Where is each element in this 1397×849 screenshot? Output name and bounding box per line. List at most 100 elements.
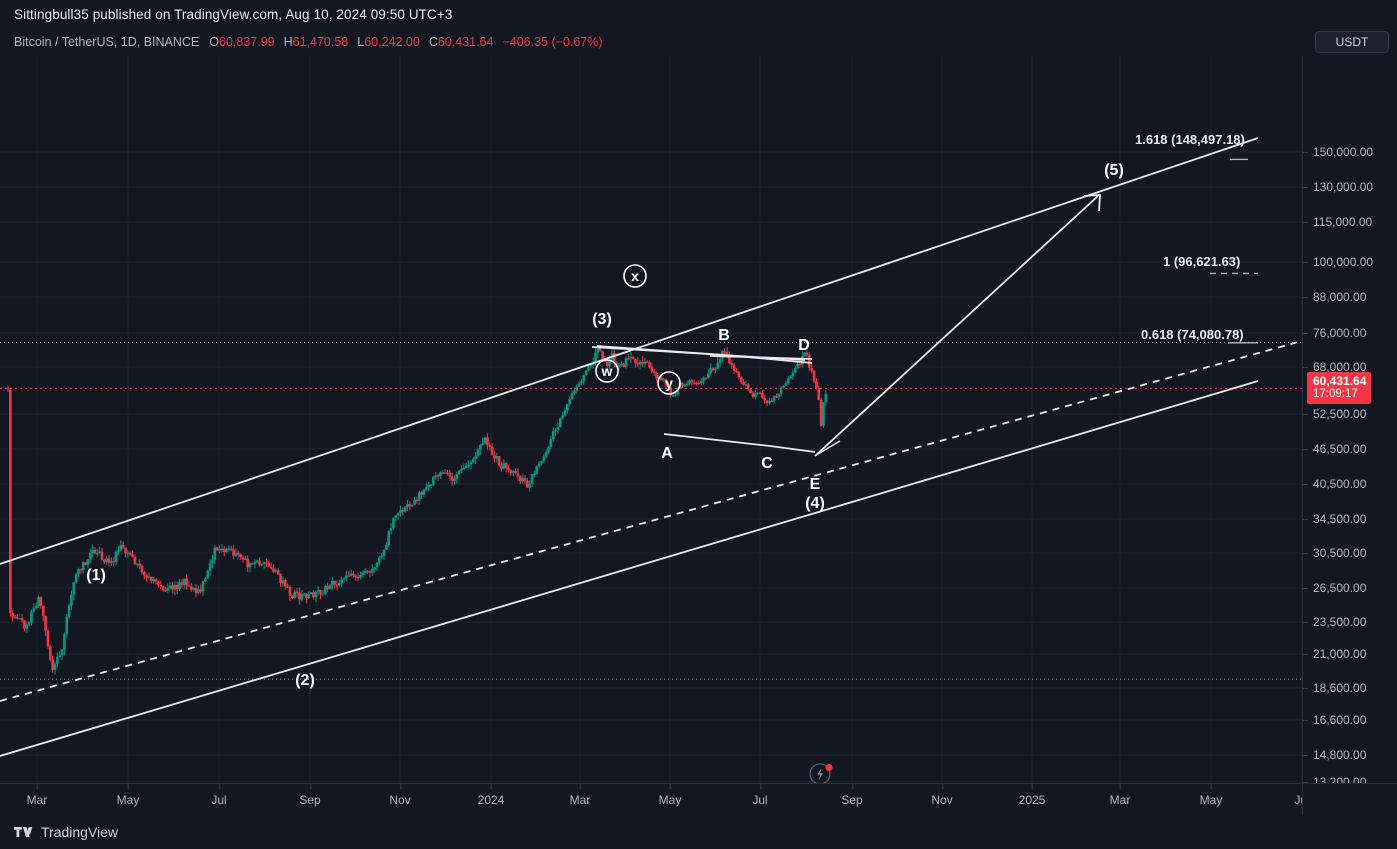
time-tick-mark — [400, 784, 401, 789]
time-tick-label: Jul — [752, 784, 768, 807]
candle-body — [791, 372, 795, 377]
candle-body — [93, 549, 97, 554]
ohlc-change: −406.35 (−0.67%) — [502, 35, 603, 49]
channel-midline — [0, 340, 1302, 702]
candle-body — [326, 586, 329, 589]
candle-body — [354, 575, 358, 577]
wave-label-3: (3) — [592, 311, 612, 328]
candle-body — [279, 574, 282, 584]
candle-body — [718, 358, 722, 363]
candle-body — [436, 475, 440, 477]
candle-body — [737, 371, 741, 378]
candle-body — [56, 656, 59, 664]
candle-body — [267, 562, 271, 567]
price-scale[interactable]: 150,000.00 130,000.00 115,000.00 100,000.00… — [1302, 56, 1397, 789]
candle-body — [86, 559, 90, 565]
candle-body — [241, 557, 245, 560]
candle-body — [450, 476, 454, 481]
candle-body — [685, 383, 689, 385]
candle-body — [119, 544, 123, 551]
tradingview-logo: TradingView — [14, 824, 118, 840]
price-tick-mark — [1303, 262, 1308, 263]
candle-body — [629, 357, 633, 359]
candle-body — [307, 594, 311, 598]
time-tick-label: May — [1200, 784, 1222, 807]
candle-body — [338, 582, 341, 586]
wave-label-w-text: w — [601, 363, 613, 379]
candle-body — [373, 567, 376, 570]
candle-body — [761, 392, 764, 398]
candle-body — [91, 549, 94, 553]
candle-body — [558, 418, 562, 428]
wave-label-1: (1) — [86, 567, 106, 584]
chart-plot-area[interactable]: 1.618 (148,497.18) 1 (96,621.63) 0.618 (74… — [0, 56, 1302, 783]
candle-body — [208, 563, 212, 571]
candle-body — [53, 663, 57, 671]
candle-body — [138, 563, 141, 566]
candle-body — [124, 547, 127, 554]
footer-bar: TradingView — [0, 815, 1397, 849]
currency-unit-button[interactable]: USDT — [1315, 31, 1389, 53]
candle-body — [380, 555, 383, 558]
price-tick-mark — [1303, 622, 1308, 623]
candle-body — [469, 462, 473, 465]
price-tick-label: 115,000.00 — [1303, 215, 1372, 229]
candle-body — [58, 655, 61, 657]
candle-body — [631, 357, 635, 359]
candle-body — [551, 431, 555, 440]
candle-body — [570, 393, 574, 399]
candle-body — [683, 384, 687, 387]
candle-body — [824, 393, 828, 403]
candle-body — [584, 370, 588, 376]
candle-body — [331, 580, 334, 586]
candle-body — [692, 382, 696, 384]
tradingview-chart-screenshot: Sittingbull35 published on TradingView.c… — [0, 0, 1397, 849]
candle-body — [817, 388, 821, 400]
candle-body — [408, 504, 412, 507]
candle-body — [96, 553, 99, 555]
wave-label-D: D — [798, 337, 810, 354]
candle-body — [446, 472, 449, 474]
price-tick-label: 34,500.00 — [1303, 512, 1366, 526]
wave-label-w: w — [595, 359, 619, 383]
candle-body — [483, 437, 487, 444]
candle-body — [110, 561, 113, 563]
candle-body — [711, 368, 715, 371]
candle-body — [114, 551, 118, 563]
ohlc-low-value: 60,242.00 — [364, 35, 420, 49]
candle-body — [622, 363, 625, 367]
candle-body — [288, 587, 292, 596]
candle-body — [105, 558, 108, 562]
candle-body — [509, 470, 513, 473]
candle-body — [206, 570, 210, 579]
time-tick-label: Nov — [931, 784, 953, 807]
candle-body — [406, 504, 409, 507]
candle-body — [342, 578, 346, 580]
price-tick-label: 18,600.00 — [1303, 681, 1366, 695]
price-tick-label: 46,500.00 — [1303, 442, 1366, 456]
candle-body — [749, 388, 752, 394]
candle-body — [742, 381, 745, 385]
candle-body — [732, 365, 736, 371]
candle-body — [9, 389, 12, 613]
last-price-badge[interactable]: 60,431.64 17:09:17 — [1307, 372, 1372, 405]
price-tick-label: 88,000.00 — [1303, 290, 1366, 304]
candle-body — [265, 562, 268, 564]
candle-body — [23, 620, 26, 629]
symbol-title[interactable]: Bitcoin / TetherUS, 1D, BINANCE — [14, 35, 199, 49]
candle-body — [25, 624, 29, 629]
time-scale[interactable]: Mar May Jul Sep Nov 2024 Mar May Jul Sep Nov 2025 Ma… — [0, 783, 1310, 816]
time-tick-label: May — [659, 784, 681, 807]
price-tick-label: 76,000.00 — [1303, 326, 1366, 340]
candle-body — [70, 594, 73, 606]
candle-body — [147, 576, 151, 578]
candle-body — [335, 584, 339, 586]
time-tick-mark — [669, 784, 671, 789]
candle-body — [262, 562, 266, 565]
candle-body — [11, 612, 14, 617]
candle-body — [291, 595, 294, 598]
candle-body — [255, 560, 259, 563]
candle-body — [293, 591, 296, 598]
candle-body — [302, 593, 306, 595]
candle-body — [601, 351, 604, 359]
